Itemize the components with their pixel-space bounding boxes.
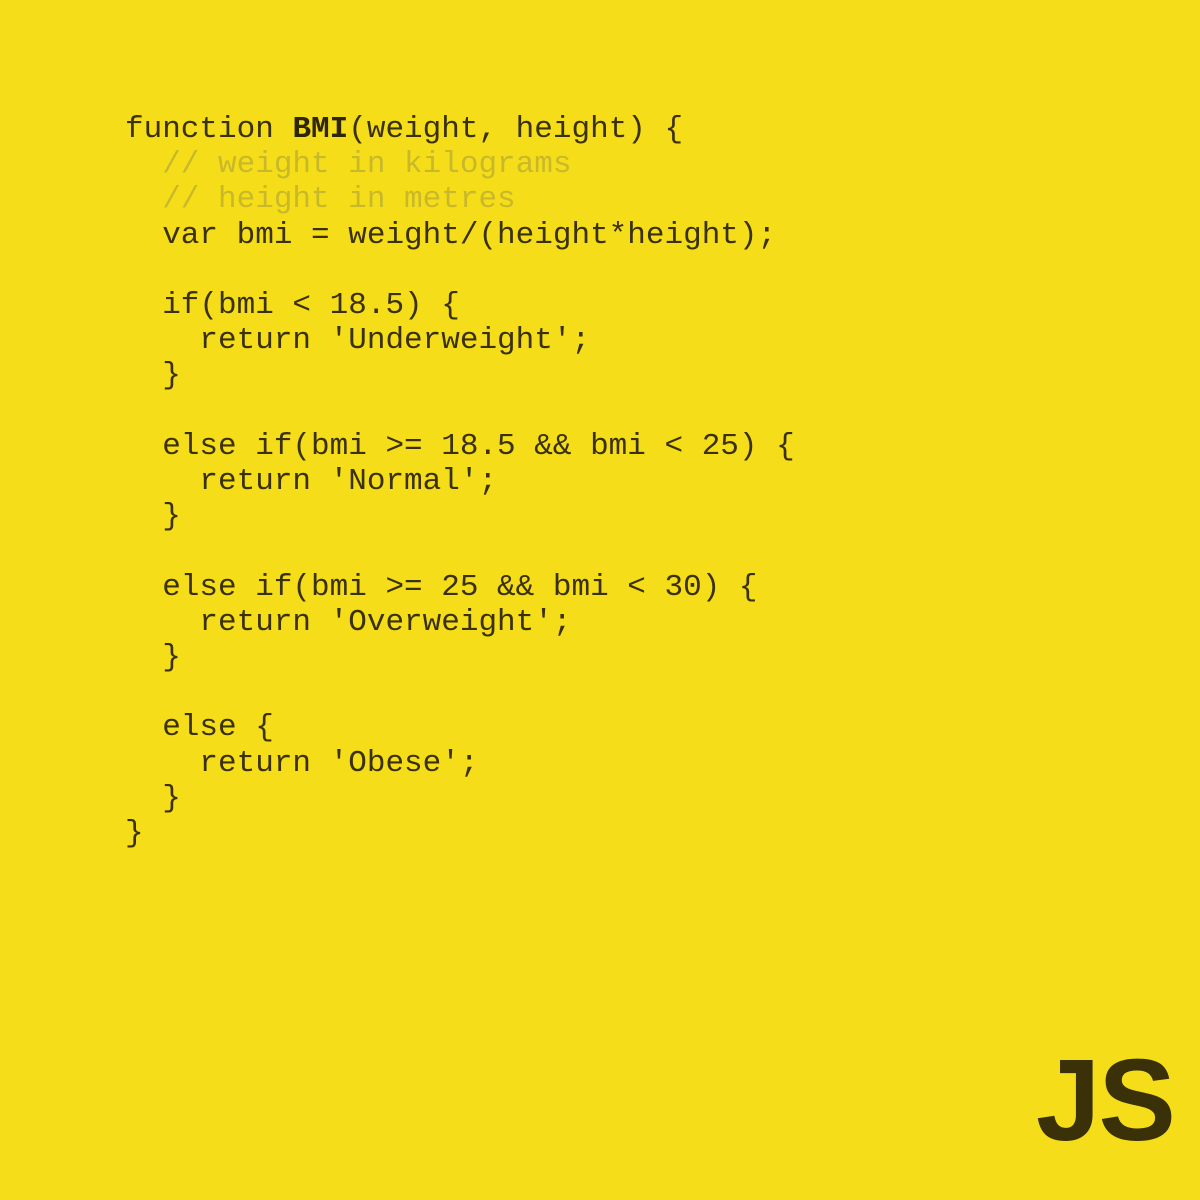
code-identifier: BMI bbox=[292, 112, 349, 147]
code-token: } bbox=[125, 499, 181, 535]
code-line: if(bmi < 18.5) { bbox=[125, 288, 795, 323]
code-line: } bbox=[125, 816, 795, 851]
code-token: (weight, height) { bbox=[348, 112, 684, 147]
code-token: } bbox=[125, 358, 181, 394]
code-line: } bbox=[125, 640, 795, 675]
code-token: } bbox=[125, 780, 181, 816]
code-comment: // weight in kilograms bbox=[125, 147, 572, 183]
code-token: if(bmi < 18.5) { bbox=[125, 288, 460, 323]
code-line: // weight in kilograms bbox=[125, 147, 795, 182]
code-line: } bbox=[125, 781, 795, 816]
code-line: } bbox=[125, 358, 795, 393]
code-token: function bbox=[125, 112, 293, 147]
code-token: } bbox=[125, 640, 181, 675]
code-line: // height in metres bbox=[125, 182, 795, 217]
code-line: else if(bmi >= 25 && bmi < 30) { bbox=[125, 570, 795, 605]
code-line: return 'Underweight'; bbox=[125, 323, 795, 358]
code-token: else if(bmi >= 18.5 && bmi < 25) { bbox=[125, 428, 795, 464]
code-token: return 'Overweight'; bbox=[125, 604, 572, 640]
code-line: function BMI(weight, height) { bbox=[125, 112, 795, 147]
code-line: return 'Obese'; bbox=[125, 746, 795, 781]
code-comment: // height in metres bbox=[125, 182, 516, 218]
code-token: var bmi = weight/(height*height); bbox=[125, 217, 777, 253]
code-line: else { bbox=[125, 710, 795, 745]
code-line: var bmi = weight/(height*height); bbox=[125, 218, 795, 253]
code-line: return 'Overweight'; bbox=[125, 605, 795, 640]
code-line: return 'Normal'; bbox=[125, 464, 795, 499]
javascript-logo: JS bbox=[1036, 1035, 1176, 1165]
code-line: } bbox=[125, 499, 795, 534]
code-token: else { bbox=[125, 710, 274, 746]
code-token: return 'Underweight'; bbox=[125, 323, 591, 359]
code-block: function BMI(weight, height) { // weight… bbox=[125, 112, 795, 851]
code-line: else if(bmi >= 18.5 && bmi < 25) { bbox=[125, 429, 795, 464]
code-token: return 'Obese'; bbox=[125, 745, 479, 781]
code-snippet-card: function BMI(weight, height) { // weight… bbox=[0, 0, 1200, 1200]
code-token: return 'Normal'; bbox=[125, 464, 498, 499]
code-token: } bbox=[125, 816, 144, 851]
code-token: else if(bmi >= 25 && bmi < 30) { bbox=[125, 569, 758, 605]
